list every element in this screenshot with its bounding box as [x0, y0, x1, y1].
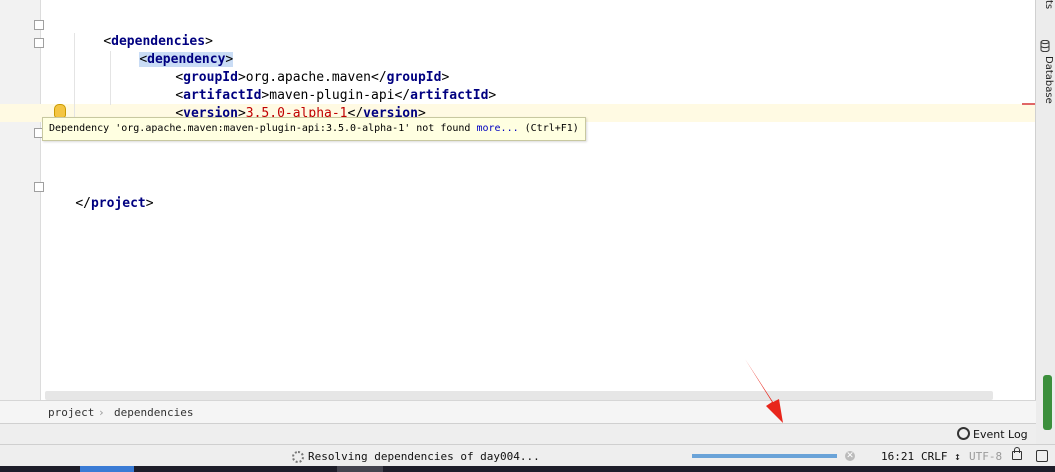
breadcrumb: project › dependencies	[0, 400, 1036, 424]
database-icon	[1040, 40, 1050, 52]
right-tool-strip: ts Database	[1035, 0, 1055, 472]
caret-position[interactable]: 16:21	[881, 450, 914, 463]
code-line: <groupId>org.apache.maven</groupId>	[144, 51, 449, 85]
fold-marker-icon[interactable]	[34, 182, 44, 192]
taskbar-active-item[interactable]	[80, 466, 134, 472]
progress-fill	[692, 454, 837, 458]
hector-icon[interactable]	[1036, 450, 1048, 462]
horizontal-scrollbar[interactable]	[45, 391, 993, 400]
editor-gutter[interactable]	[0, 0, 44, 400]
vertical-scrollbar-thumb[interactable]	[1043, 375, 1052, 430]
error-tooltip: Dependency 'org.apache.maven:maven-plugi…	[42, 117, 586, 141]
tool-tab-database[interactable]: Database	[1043, 56, 1054, 104]
spinner-icon	[292, 451, 304, 463]
breadcrumb-separator: ›	[98, 406, 105, 419]
code-editor[interactable]: <dependencies> <dependency> <groupId>org…	[0, 0, 1036, 400]
code-line: <dependency>	[108, 33, 234, 67]
code-line: </project>	[44, 177, 153, 211]
lightbulb-icon[interactable]	[54, 104, 66, 118]
cancel-icon[interactable]: ✕	[845, 451, 855, 461]
event-log-icon	[957, 427, 970, 440]
progress-bar	[692, 454, 837, 458]
breadcrumb-item-dependencies[interactable]: dependencies	[114, 406, 193, 419]
line-separator[interactable]: CRLF ↕	[921, 450, 961, 463]
os-taskbar	[0, 466, 1055, 472]
breadcrumb-item-project[interactable]: project	[48, 406, 94, 419]
tooltip-message: Dependency 'org.apache.maven:maven-plugi…	[49, 123, 477, 134]
tag-bracket: </	[75, 196, 91, 211]
more-link[interactable]: more...	[476, 123, 518, 134]
file-encoding[interactable]: UTF-8	[969, 450, 1002, 463]
code-line: <version>3.5.0-alpha-1</version>	[144, 87, 425, 121]
fold-marker-icon[interactable]	[34, 20, 44, 30]
code-line: <artifactId>maven-plugin-api</artifactId…	[144, 69, 496, 103]
event-log-button[interactable]: Event Log	[957, 427, 1028, 441]
fold-marker-icon[interactable]	[34, 38, 44, 48]
annotation-arrow	[745, 359, 783, 423]
code-line: <dependencies>	[72, 15, 213, 49]
status-bar: Resolving dependencies of day004... ✕ 16…	[0, 444, 1055, 467]
tag-bracket: >	[488, 88, 497, 103]
error-stripe-mark[interactable]	[1022, 103, 1036, 105]
lock-icon[interactable]	[1012, 447, 1022, 460]
tag-name: project	[90, 196, 146, 211]
tag-bracket: >	[145, 196, 154, 211]
status-message[interactable]: Resolving dependencies of day004...	[308, 450, 540, 463]
event-log-label: Event Log	[973, 428, 1028, 441]
taskbar-item[interactable]	[337, 466, 383, 472]
tool-tab-top[interactable]: ts	[1043, 0, 1054, 9]
tooltip-shortcut: (Ctrl+F1)	[518, 123, 579, 134]
tool-window-bar: Event Log	[0, 423, 1036, 445]
